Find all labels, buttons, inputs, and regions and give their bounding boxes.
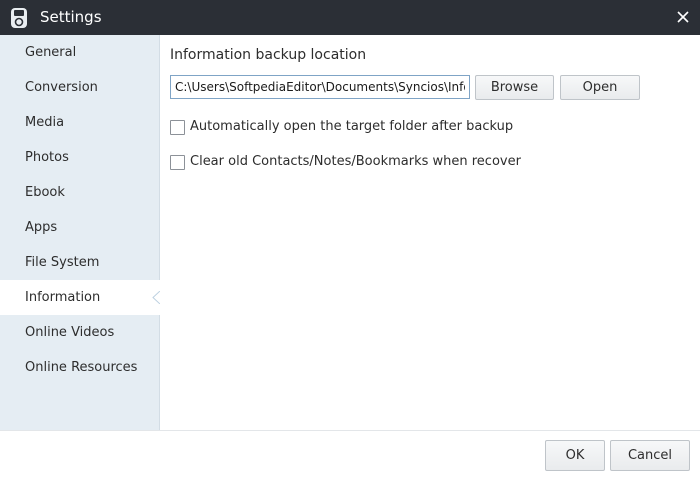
sidebar-item-ebook[interactable]: Ebook	[0, 175, 160, 210]
sidebar-item-label: Photos	[25, 150, 69, 165]
sidebar-item-label: Information	[25, 290, 101, 305]
sidebar-item-label: Ebook	[25, 185, 65, 200]
sidebar-item-online-resources[interactable]: Online Resources	[0, 350, 160, 385]
sidebar-item-label: File System	[25, 255, 100, 270]
section-title: Information backup location	[170, 47, 367, 63]
sidebar-item-apps[interactable]: Apps	[0, 210, 160, 245]
settings-sidebar: General Conversion Media Photos Ebook Ap…	[0, 35, 160, 430]
syncios-app-icon	[11, 8, 27, 28]
active-pointer-icon	[152, 291, 160, 304]
sidebar-item-file-system[interactable]: File System	[0, 245, 160, 280]
window-title: Settings	[40, 8, 102, 26]
cancel-button[interactable]: Cancel	[610, 440, 690, 471]
sidebar-item-label: General	[25, 45, 77, 60]
title-bar: Settings	[0, 0, 700, 35]
sidebar-item-media[interactable]: Media	[0, 105, 160, 140]
auto-open-folder-option[interactable]: Automatically open the target folder aft…	[170, 119, 514, 137]
clear-old-data-label: Clear old Contacts/Notes/Bookmarks when …	[190, 154, 521, 169]
clear-old-data-checkbox[interactable]	[170, 155, 185, 170]
sidebar-item-information[interactable]: Information	[0, 280, 160, 315]
sidebar-item-label: Online Resources	[25, 360, 138, 375]
settings-content: Information backup location Browse Open …	[160, 35, 700, 430]
sidebar-item-label: Apps	[25, 220, 58, 235]
sidebar-item-label: Media	[25, 115, 65, 130]
sidebar-item-label: Conversion	[25, 80, 98, 95]
sidebar-item-online-videos[interactable]: Online Videos	[0, 315, 160, 350]
auto-open-folder-label: Automatically open the target folder aft…	[190, 119, 514, 134]
dialog-footer: OK Cancel	[0, 430, 700, 480]
sidebar-item-conversion[interactable]: Conversion	[0, 70, 160, 105]
sidebar-item-general[interactable]: General	[0, 35, 160, 70]
sidebar-item-label: Online Videos	[25, 325, 115, 340]
ok-button[interactable]: OK	[545, 440, 605, 471]
open-button[interactable]: Open	[560, 75, 640, 100]
auto-open-folder-checkbox[interactable]	[170, 120, 185, 135]
clear-old-data-option[interactable]: Clear old Contacts/Notes/Bookmarks when …	[170, 154, 521, 172]
browse-button[interactable]: Browse	[475, 75, 554, 100]
sidebar-item-photos[interactable]: Photos	[0, 140, 160, 175]
close-icon[interactable]	[674, 8, 692, 26]
backup-path-input[interactable]	[170, 75, 470, 99]
